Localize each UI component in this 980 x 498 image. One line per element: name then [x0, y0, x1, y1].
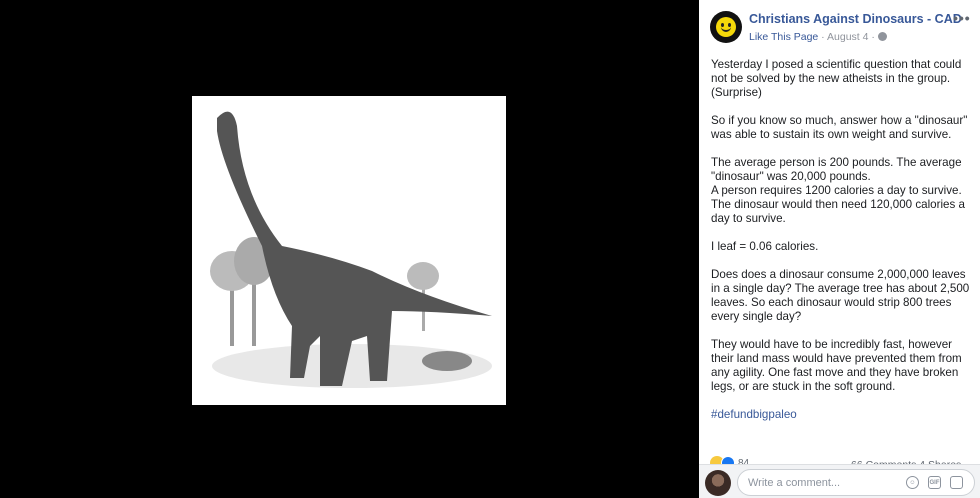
comment-placeholder: Write a comment...	[748, 477, 841, 489]
post-paragraph: So if you know so much, answer how a "di…	[711, 114, 969, 142]
post-paragraph: I leaf = 0.06 calories.	[711, 240, 969, 254]
sticker-icon[interactable]	[950, 476, 963, 489]
page-avatar[interactable]	[710, 11, 742, 43]
post-line: (Surprise)	[711, 86, 762, 99]
post-date[interactable]: August 4	[827, 31, 868, 43]
post-text: Yesterday I posed a scientific question …	[711, 58, 969, 422]
comment-input[interactable]: Write a comment... ☺ GIF	[737, 469, 975, 496]
post-line: every single day?	[711, 310, 802, 323]
user-avatar	[705, 470, 731, 496]
post-paragraph: Yesterday I posed a scientific question …	[711, 58, 969, 100]
post-line: leaves. So each dinosaur would strip 800…	[711, 296, 952, 309]
post-line: The average person is 200 pounds. The av…	[711, 156, 962, 169]
post-panel: Christians Against Dinosaurs - CAD Like …	[699, 0, 980, 498]
comment-bar: Write a comment... ☺ GIF	[699, 464, 980, 498]
like-page-link[interactable]: Like This Page	[749, 31, 818, 43]
post-line: was able to sustain its own weight and s…	[711, 128, 952, 141]
emoji-icon[interactable]: ☺	[906, 476, 919, 489]
post-line: A person requires 1200 calories a day to…	[711, 184, 962, 197]
post-line: their land mass would have prevented the…	[711, 352, 962, 365]
smiley-icon	[716, 17, 736, 37]
photo-viewer	[0, 0, 699, 498]
post-line: any agility. One fast move and they have…	[711, 366, 959, 379]
post-line: day to survive.	[711, 212, 786, 225]
hashtag-link[interactable]: #defundbigpaleo	[711, 408, 969, 422]
post-line: legs, or are stuck in the soft ground.	[711, 380, 896, 393]
post-paragraph: The average person is 200 pounds. The av…	[711, 156, 969, 226]
gif-icon[interactable]: GIF	[928, 476, 941, 489]
post-line: in a single day? The average tree has ab…	[711, 282, 970, 295]
post-line: Yesterday I posed a scientific question …	[711, 58, 962, 71]
post-line: I leaf = 0.06 calories.	[711, 240, 819, 253]
globe-icon	[877, 32, 887, 41]
post-line: So if you know so much, answer how a "di…	[711, 114, 968, 127]
post-line: Does does a dinosaur consume 2,000,000 l…	[711, 268, 966, 281]
dinosaur-photo[interactable]	[192, 96, 506, 405]
post-line: "dinosaur" was 20,000 pounds.	[711, 170, 871, 183]
page-name-link[interactable]: Christians Against Dinosaurs - CAD	[749, 12, 962, 26]
post-paragraph: They would have to be incredibly fast, h…	[711, 338, 969, 394]
post-line: They would have to be incredibly fast, h…	[711, 338, 953, 351]
post-meta: Like This Page · August 4 ·	[749, 31, 887, 43]
post-line: The dinosaur would then need 120,000 cal…	[711, 198, 965, 211]
more-options-button[interactable]: •••	[953, 10, 971, 26]
post-line: not be solved by the new atheists in the…	[711, 72, 951, 85]
post-paragraph: Does does a dinosaur consume 2,000,000 l…	[711, 268, 969, 324]
